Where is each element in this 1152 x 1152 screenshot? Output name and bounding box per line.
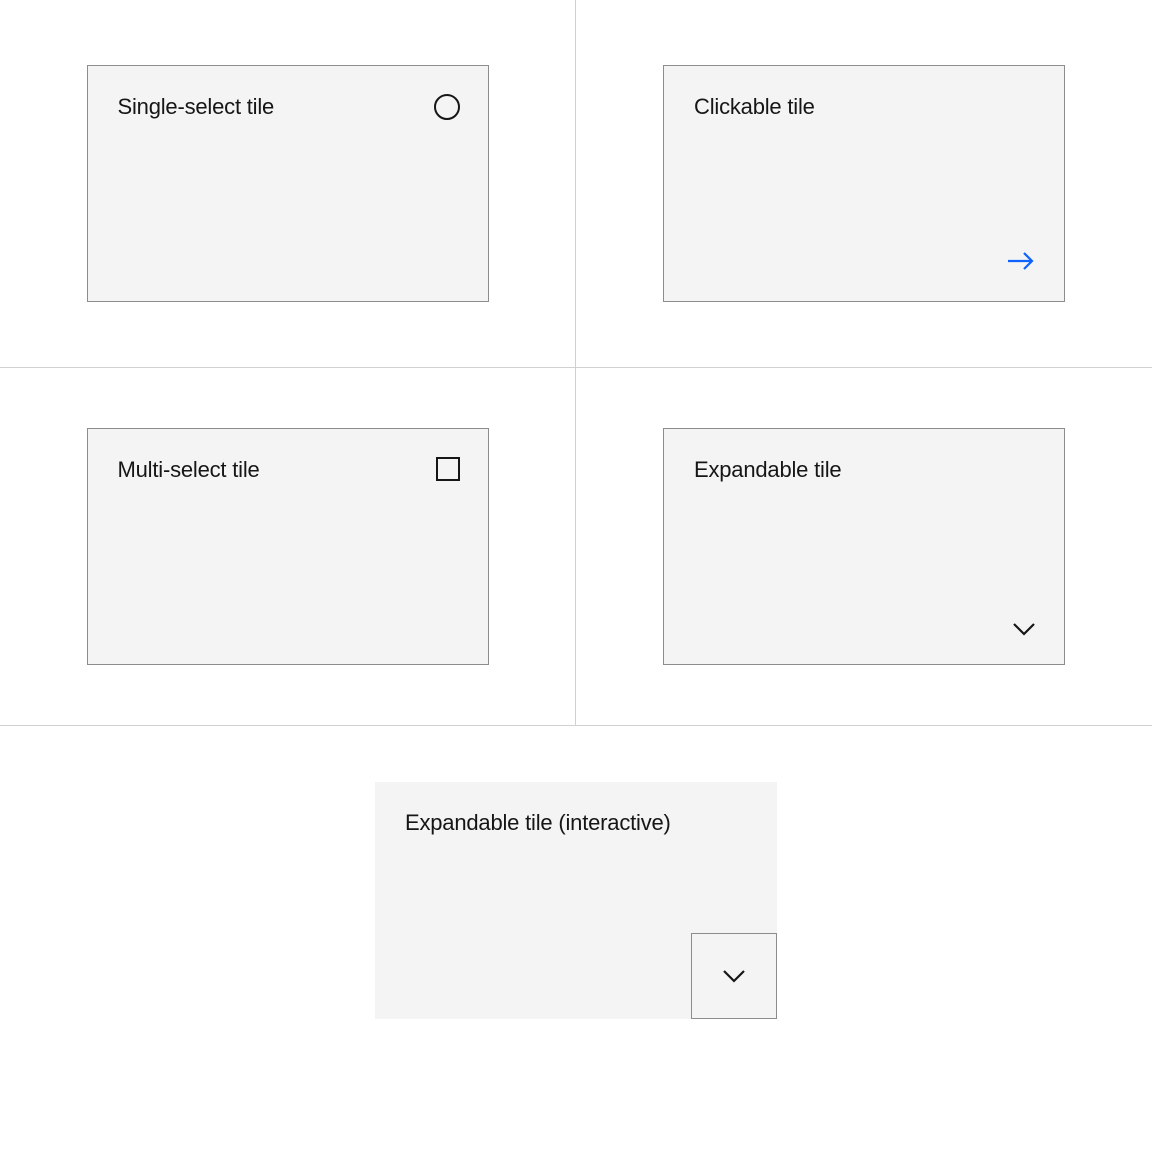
clickable-tile[interactable]: Clickable tile <box>663 65 1065 302</box>
expandable-tile[interactable]: Expandable tile <box>663 428 1065 665</box>
multi-select-tile[interactable]: Multi-select tile <box>87 428 489 665</box>
grid-cell: Multi-select tile <box>0 368 576 726</box>
tile-title: Expandable tile (interactive) <box>405 810 747 836</box>
tile-title: Single-select tile <box>118 94 458 120</box>
grid-cell: Single-select tile <box>0 0 576 368</box>
checkbox-icon[interactable] <box>436 457 460 481</box>
single-select-tile[interactable]: Single-select tile <box>87 65 489 302</box>
bottom-section: Expandable tile (interactive) <box>0 726 1152 1019</box>
tile-title: Expandable tile <box>694 457 1034 483</box>
arrow-right-icon <box>1006 249 1036 273</box>
radio-icon[interactable] <box>434 94 460 120</box>
tile-grid: Single-select tile Clickable tile Multi-… <box>0 0 1152 726</box>
tile-title: Clickable tile <box>694 94 1034 120</box>
grid-cell: Expandable tile <box>576 368 1152 726</box>
expand-button[interactable] <box>691 933 777 1019</box>
expandable-interactive-tile[interactable]: Expandable tile (interactive) <box>375 782 777 1019</box>
grid-cell: Clickable tile <box>576 0 1152 368</box>
tile-title: Multi-select tile <box>118 457 458 483</box>
chevron-down-icon <box>722 969 746 983</box>
chevron-down-icon[interactable] <box>1012 622 1036 636</box>
